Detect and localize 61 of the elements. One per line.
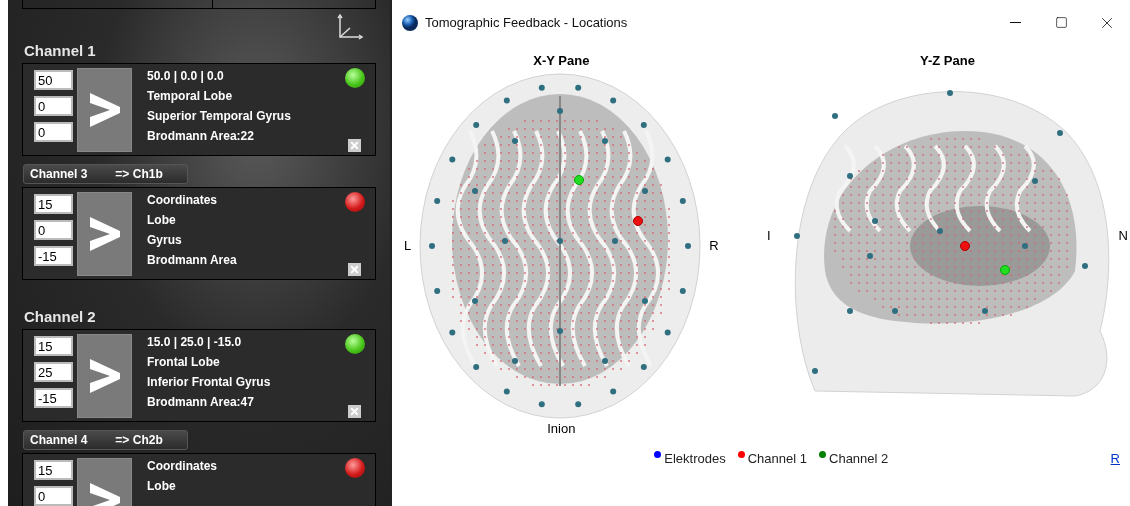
legend-label: Channel 2	[829, 450, 889, 468]
chevron-right-icon	[89, 93, 120, 127]
globe-icon	[402, 14, 418, 31]
close-icon	[349, 140, 360, 151]
legend-label: Elektrodes	[664, 450, 726, 468]
pane-title: X-Y Pane	[533, 53, 590, 69]
coordinate-input[interactable]: 0	[34, 220, 73, 240]
channel-heading: Channel 2	[24, 308, 97, 326]
close-icon	[349, 406, 360, 417]
apply-button[interactable]	[77, 68, 132, 152]
location-text: Superior Temporal Gyrus	[147, 109, 292, 123]
coordinate-input[interactable]: 50	[34, 70, 73, 90]
minimize-icon	[1009, 22, 1021, 23]
location-text: Frontal Lobe	[147, 355, 221, 369]
channel-target: => Ch2b	[115, 432, 163, 449]
location-text: Coordinates	[147, 193, 218, 207]
remove-button[interactable]	[348, 263, 361, 276]
chevron-right-icon	[89, 359, 120, 393]
chevron-right-icon	[89, 217, 120, 251]
channel-heading: Channel 1	[24, 42, 97, 60]
coordinate-input[interactable]: 0	[34, 486, 73, 506]
apply-button[interactable]	[77, 192, 132, 276]
window-title: Tomographic Feedback - Locations	[425, 13, 628, 32]
coordinate-input[interactable]: 0	[34, 96, 73, 116]
coordinate-input[interactable]: 25	[34, 362, 73, 382]
close-icon	[349, 264, 360, 275]
remove-button[interactable]	[348, 139, 361, 152]
location-text: Brodmann Area:22	[147, 129, 255, 143]
axis-label: R	[709, 237, 719, 256]
location-text: Temporal Lobe	[147, 89, 234, 103]
axes-icon	[336, 13, 364, 41]
location-text: Brodmann Area:47	[147, 395, 255, 409]
location-text: Lobe	[147, 213, 177, 227]
channel-label: Channel 4	[30, 432, 88, 449]
coordinate-input[interactable]: 15	[34, 336, 73, 356]
reset-link[interactable]: R	[1110, 449, 1120, 469]
coordinate-input[interactable]: -15	[34, 388, 73, 408]
coordinate-input[interactable]: 15	[34, 194, 73, 214]
axis-label: L	[404, 237, 412, 256]
apply-button[interactable]	[77, 334, 132, 418]
remove-button[interactable]	[348, 405, 361, 418]
coordinate-input[interactable]: 15	[34, 460, 73, 480]
location-text: Inferior Frontal Gyrus	[147, 375, 272, 389]
maximize-icon	[1054, 16, 1068, 29]
coordinate-input[interactable]: 0	[34, 122, 73, 142]
legend-label: Channel 1	[747, 450, 807, 468]
axis-label: Inion	[547, 421, 576, 437]
axis-label: I	[767, 227, 771, 246]
coordinate-input[interactable]: -15	[34, 246, 73, 266]
channel-button[interactable]: Channel 3 => Ch1b	[23, 164, 188, 184]
location-text: 15.0 | 25.0 | -15.0	[147, 335, 243, 349]
location-text: Brodmann Area	[147, 253, 238, 267]
channel-button[interactable]: Channel 4 => Ch2b	[23, 430, 188, 450]
channel-label: Channel 3	[30, 166, 88, 183]
location-text: Gyrus	[147, 233, 183, 247]
location-text: 50.0 | 0.0 | 0.0	[147, 69, 225, 83]
channel-target: => Ch1b	[115, 166, 163, 183]
location-text: Lobe	[147, 479, 177, 493]
location-text: Coordinates	[147, 459, 218, 473]
axis-label: N	[1118, 227, 1128, 246]
pane-title: Y-Z Pane	[920, 53, 975, 69]
